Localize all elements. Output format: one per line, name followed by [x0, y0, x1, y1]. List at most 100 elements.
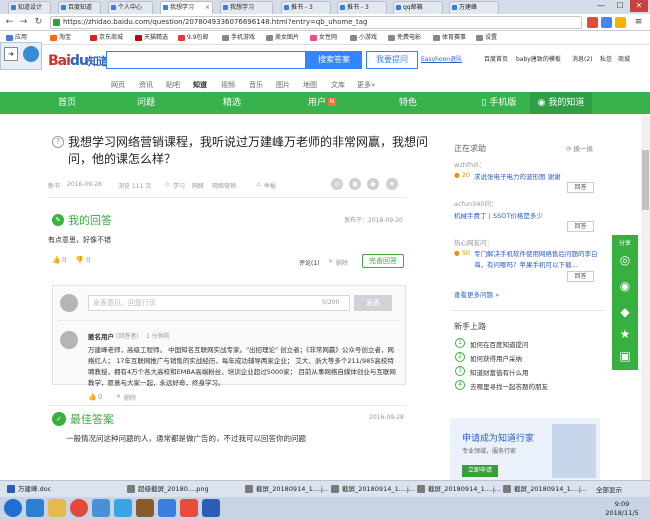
help-question-link[interactable]: 机械手费丁丨SSOT价格是多少 [454, 210, 543, 220]
topnav-more[interactable]: 更多» [357, 80, 375, 90]
nav-users[interactable]: 用户 N [300, 92, 344, 114]
browser-tab[interactable]: 我想学习 [220, 1, 273, 14]
comment-delete-link[interactable]: 删除 [124, 393, 136, 402]
topnav-tieba[interactable]: 贴吧 [166, 80, 180, 90]
bookmark-item[interactable]: 设置 [476, 33, 497, 43]
download-item[interactable]: 超级截屏_20180....png [126, 482, 209, 496]
baidu-logo[interactable]: Baidu知道 [48, 53, 109, 69]
user-link[interactable]: Easyhoon退队 [421, 54, 462, 63]
help-question-link[interactable]: 专门解决手机软件使用网络售后问题的李白海，有问哪吗？苹果手机可以下载... [474, 249, 606, 271]
report-link[interactable]: 举报 [264, 181, 276, 190]
comment-input[interactable]: 发表意见，回复行页 [88, 295, 350, 311]
nav-special[interactable]: 特色 [388, 92, 428, 114]
nav-featured[interactable]: 精选 [212, 92, 252, 114]
more-questions-link[interactable]: 查看更多问题 » [454, 289, 499, 299]
floating-widget[interactable]: ➜ [0, 42, 42, 70]
question-author[interactable]: 新书 [48, 181, 60, 190]
home-link[interactable]: 百度首页 [484, 54, 508, 63]
delete-link[interactable]: 删除 [336, 258, 348, 267]
thumbs-up-icon[interactable]: 👍 [52, 256, 61, 264]
download-item[interactable]: 截屏_20180914_1....j... [244, 482, 329, 496]
browser-tab[interactable]: 知道设计 [8, 1, 51, 14]
bookmark-item[interactable]: 京东商城 [90, 33, 123, 43]
nav-questions[interactable]: 问题 [126, 92, 166, 114]
mall-link[interactable]: 商城 [618, 54, 630, 63]
search-input[interactable] [106, 51, 306, 69]
app-icon[interactable] [158, 499, 176, 517]
thumbs-down-icon[interactable]: 👎 [75, 256, 84, 264]
menu-icon[interactable]: ≡ [633, 17, 644, 28]
download-item[interactable]: 截屏_20180914_1....j... [330, 482, 415, 496]
nav-mobile[interactable]: ▯ 手机版 [470, 92, 528, 114]
url-input[interactable]: https://zhidao.baidu.com/question/207804… [50, 16, 582, 29]
improve-answer-button[interactable]: 完善回答 [362, 254, 404, 268]
extension-icon[interactable] [615, 17, 626, 28]
tag-network[interactable]: 网络 [192, 181, 204, 190]
bookmark-item[interactable]: 美女图片 [266, 33, 299, 43]
bookmark-item[interactable]: 9.9包邮 [178, 33, 209, 43]
user-name-link[interactable]: baby唐致的模板 [516, 54, 561, 63]
newbie-link[interactable]: 去哪里寻找一起答题的朋友 [470, 381, 548, 391]
wechat-icon[interactable]: ◎ [331, 178, 343, 190]
download-item[interactable]: 万建峰.doc [6, 482, 51, 496]
topnav-web[interactable]: 网页 [111, 80, 125, 90]
ie-icon[interactable] [26, 499, 44, 517]
newbie-link[interactable]: 如何获得用户采纳 [470, 353, 522, 363]
browser-tab[interactable]: 推书 - 3 [337, 1, 387, 14]
download-item[interactable]: 截屏_20180914_1....j... [416, 482, 501, 496]
tag-learn[interactable]: 学习 [173, 181, 185, 190]
bookmark-item[interactable]: 天猫精选 [135, 33, 168, 43]
close-tab-icon[interactable]: × [205, 2, 210, 14]
scrollbar-thumb[interactable] [642, 150, 649, 210]
app-icon[interactable] [136, 499, 154, 517]
answer-button[interactable]: 回答 [567, 271, 594, 282]
extension-icon[interactable] [587, 17, 598, 28]
back-icon[interactable]: ← [4, 17, 15, 28]
asker-name[interactable]: acfun340问： [454, 198, 498, 208]
nav-home[interactable]: 首页 [48, 92, 86, 114]
browser-tab[interactable]: 推书 - 3 [281, 1, 331, 14]
browser-tab[interactable]: 万建峰 [449, 1, 499, 14]
bookmark-item[interactable]: 体育赛事 [433, 33, 466, 43]
ask-question-button[interactable]: 我要提问 [366, 51, 418, 69]
minimize-button[interactable]: — [592, 0, 610, 12]
private-msg-link[interactable]: 私信 [600, 54, 612, 63]
download-item[interactable]: 截屏_20180914_1....j... [502, 482, 587, 496]
answer-button[interactable]: 回答 [567, 182, 594, 193]
bookmark-item[interactable]: 小游戏 [350, 33, 377, 43]
folder-icon[interactable] [48, 499, 66, 517]
bookmark-item[interactable]: 女性网 [310, 33, 337, 43]
asker-name[interactable]: 热心网友问： [454, 237, 493, 247]
arrow-icon[interactable]: ➜ [4, 47, 18, 61]
newbie-link[interactable]: 知道财富值有什么用 [470, 367, 529, 377]
start-button-icon[interactable] [4, 499, 22, 517]
maximize-button[interactable]: ☐ [611, 0, 629, 12]
tag-marketing[interactable]: 网络营销 [212, 181, 236, 190]
system-clock[interactable]: 9:09 2018/11/5 [598, 500, 646, 518]
topnav-music[interactable]: 音乐 [249, 80, 263, 90]
apply-now-button[interactable]: 立即申请 [462, 465, 498, 477]
help-question-link[interactable]: 求说张电子电力的波形图 谢谢 [474, 171, 561, 181]
answer-button[interactable]: 回答 [567, 221, 594, 232]
star-icon[interactable]: ★ [386, 178, 398, 190]
weibo-icon[interactable]: ◉ [612, 279, 638, 293]
star-icon[interactable]: ★ [612, 327, 638, 341]
search-answer-button[interactable]: 搜索答案 [306, 51, 362, 69]
wechat-icon[interactable]: ◎ [612, 253, 638, 267]
qq-icon[interactable]: ◆ [612, 305, 638, 319]
weibo-icon[interactable]: ◉ [349, 178, 361, 190]
qq-icon[interactable]: ◆ [367, 178, 379, 190]
show-all-link[interactable]: 全部显示 [596, 484, 622, 494]
app-icon[interactable] [114, 499, 132, 517]
topnav-images[interactable]: 图片 [276, 80, 290, 90]
topnav-wenku[interactable]: 文库 [331, 80, 345, 90]
comment-user[interactable]: 匿名用户 [88, 331, 114, 341]
app-icon[interactable] [92, 499, 110, 517]
asker-name[interactable]: wzhfhill： [454, 159, 485, 169]
clipboard-icon[interactable]: ▣ [612, 349, 638, 363]
comment-link[interactable]: 评论(1) [299, 258, 320, 267]
word-icon[interactable] [202, 499, 220, 517]
thumbs-up-icon[interactable]: 👍 [88, 393, 97, 401]
browser-tab[interactable]: 个人中心 [108, 1, 153, 14]
chrome-icon[interactable] [70, 499, 88, 517]
